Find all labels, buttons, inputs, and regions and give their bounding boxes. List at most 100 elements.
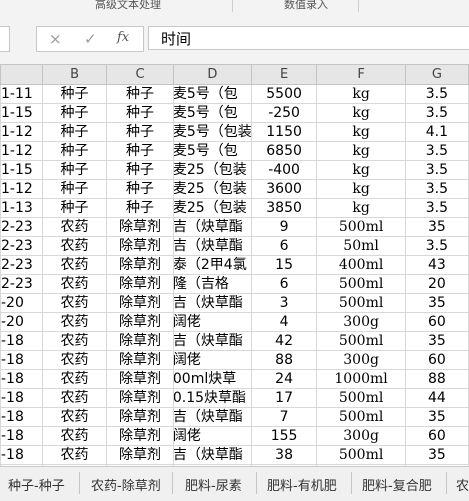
unit-cell[interactable]: 500ml bbox=[316, 331, 406, 351]
subcategory-cell[interactable]: 种子 bbox=[106, 179, 174, 199]
sheet-table[interactable]: B C D E F G 1-11 种子 种子 麦5号（包 5500 kg 3.5 1-15 种子… bbox=[0, 64, 469, 466]
date-cell[interactable]: 1-15 bbox=[0, 103, 43, 123]
date-cell[interactable]: 2-23 bbox=[0, 236, 43, 256]
unit-cell[interactable]: kg bbox=[316, 198, 406, 218]
date-cell[interactable]: -20 bbox=[0, 312, 43, 332]
cancel-icon[interactable]: × bbox=[49, 30, 62, 48]
category-cell[interactable]: 农药 bbox=[41, 217, 108, 237]
date-cell[interactable]: -20 bbox=[0, 293, 43, 313]
price-cell[interactable]: 35 bbox=[404, 217, 469, 237]
category-cell[interactable]: 农药 bbox=[41, 255, 108, 275]
date-cell[interactable]: 1-12 bbox=[0, 179, 43, 199]
category-cell[interactable]: 农药 bbox=[41, 331, 108, 351]
product-cell[interactable]: 麦25（包装 bbox=[172, 179, 252, 199]
column-header-d[interactable]: D bbox=[172, 64, 252, 85]
sheet-tab-urea[interactable]: 肥料-尿素 bbox=[185, 475, 242, 494]
date-cell[interactable]: 1-12 bbox=[0, 122, 43, 142]
product-cell[interactable]: 0.15炔草酯 bbox=[172, 388, 252, 408]
subcategory-cell[interactable]: 除草剂 bbox=[106, 407, 174, 427]
product-cell[interactable]: 00ml炔草 bbox=[172, 369, 252, 389]
spreadsheet-grid[interactable]: B C D E F G 1-11 种子 种子 麦5号（包 5500 kg 3.5 1-15 种子… bbox=[0, 64, 469, 466]
subcategory-cell[interactable]: 除草剂 bbox=[106, 331, 174, 351]
column-header-f[interactable]: F bbox=[316, 64, 406, 85]
price-cell[interactable]: 60 bbox=[404, 312, 469, 332]
subcategory-cell[interactable]: 除草剂 bbox=[106, 293, 174, 313]
category-cell[interactable]: 种子 bbox=[41, 103, 108, 123]
column-header-c[interactable]: C bbox=[106, 64, 174, 85]
product-cell[interactable]: 吉（炔草酯 bbox=[172, 407, 252, 427]
subcategory-cell[interactable]: 除草剂 bbox=[106, 274, 174, 294]
product-cell[interactable]: 麦5号（包装 bbox=[172, 122, 252, 142]
sheet-tab-seed[interactable]: 种子-种子 bbox=[8, 475, 65, 494]
unit-cell[interactable]: 50ml bbox=[316, 236, 406, 256]
product-cell[interactable]: 阔佬 bbox=[172, 426, 252, 446]
price-cell[interactable]: 35 bbox=[404, 407, 469, 427]
product-cell[interactable]: 隆（吉格 bbox=[172, 274, 252, 294]
category-cell[interactable]: 农药 bbox=[41, 369, 108, 389]
column-header-g[interactable]: G bbox=[404, 64, 469, 85]
subcategory-cell[interactable]: 种子 bbox=[106, 141, 174, 161]
quantity-cell[interactable]: 155 bbox=[250, 426, 318, 446]
quantity-cell[interactable]: 88 bbox=[250, 350, 318, 370]
sheet-tab-organic-fertilizer[interactable]: 肥料-有机肥 bbox=[267, 475, 337, 494]
price-cell[interactable]: 3.5 bbox=[404, 179, 469, 199]
quantity-cell[interactable]: 4 bbox=[250, 312, 318, 332]
subcategory-cell[interactable]: 除草剂 bbox=[106, 369, 174, 389]
product-cell[interactable]: 麦5号（包 bbox=[172, 84, 252, 104]
category-cell[interactable]: 种子 bbox=[41, 84, 108, 104]
price-cell[interactable]: 3.5 bbox=[404, 160, 469, 180]
product-cell[interactable]: 泰（2甲4氯 bbox=[172, 255, 252, 275]
category-cell[interactable]: 农药 bbox=[41, 350, 108, 370]
category-cell[interactable]: 种子 bbox=[41, 141, 108, 161]
price-cell[interactable]: 35 bbox=[404, 293, 469, 313]
price-cell[interactable]: 88 bbox=[404, 369, 469, 389]
price-cell[interactable]: 3.5 bbox=[404, 84, 469, 104]
quantity-cell[interactable]: 15 bbox=[250, 255, 318, 275]
price-cell[interactable]: 4.1 bbox=[404, 122, 469, 142]
quantity-cell[interactable]: 3850 bbox=[250, 198, 318, 218]
price-cell[interactable]: 3.5 bbox=[404, 236, 469, 256]
product-cell[interactable]: 麦25（包装 bbox=[172, 160, 252, 180]
price-cell[interactable]: 20 bbox=[404, 274, 469, 294]
unit-cell[interactable]: 300g bbox=[316, 426, 406, 446]
quantity-cell[interactable]: 9 bbox=[250, 217, 318, 237]
unit-cell[interactable]: 500ml bbox=[316, 274, 406, 294]
sheet-tab-pesticide-more[interactable]: 农 bbox=[456, 475, 469, 494]
quantity-cell[interactable]: 3 bbox=[250, 293, 318, 313]
category-cell[interactable]: 农药 bbox=[41, 293, 108, 313]
sheet-tab-herbicide[interactable]: 农药-除草剂 bbox=[91, 475, 161, 494]
column-header-e[interactable]: E bbox=[250, 64, 318, 85]
date-cell[interactable]: 2-23 bbox=[0, 274, 43, 294]
unit-cell[interactable]: 400ml bbox=[316, 255, 406, 275]
category-cell[interactable]: 农药 bbox=[41, 445, 108, 465]
quantity-cell[interactable]: 5500 bbox=[250, 84, 318, 104]
subcategory-cell[interactable]: 除草剂 bbox=[106, 217, 174, 237]
price-cell[interactable]: 35 bbox=[404, 445, 469, 465]
subcategory-cell[interactable]: 除草剂 bbox=[106, 388, 174, 408]
category-cell[interactable]: 农药 bbox=[41, 312, 108, 332]
category-cell[interactable]: 种子 bbox=[41, 160, 108, 180]
quantity-cell[interactable]: -400 bbox=[250, 160, 318, 180]
category-cell[interactable]: 农药 bbox=[41, 388, 108, 408]
subcategory-cell[interactable]: 种子 bbox=[106, 103, 174, 123]
subcategory-cell[interactable]: 除草剂 bbox=[106, 255, 174, 275]
date-cell[interactable]: -18 bbox=[0, 350, 43, 370]
product-cell[interactable]: 吉（炔草酯 bbox=[172, 293, 252, 313]
column-header-a[interactable] bbox=[0, 64, 43, 85]
subcategory-cell[interactable]: 除草剂 bbox=[106, 312, 174, 332]
date-cell[interactable]: 1-15 bbox=[0, 160, 43, 180]
date-cell[interactable]: -18 bbox=[0, 426, 43, 446]
subcategory-cell[interactable]: 除草剂 bbox=[106, 445, 174, 465]
unit-cell[interactable]: kg bbox=[316, 179, 406, 199]
date-cell[interactable]: 1-11 bbox=[0, 84, 43, 104]
category-cell[interactable]: 农药 bbox=[41, 274, 108, 294]
quantity-cell[interactable]: 6 bbox=[250, 274, 318, 294]
subcategory-cell[interactable]: 除草剂 bbox=[106, 236, 174, 256]
subcategory-cell[interactable]: 除草剂 bbox=[106, 350, 174, 370]
name-box[interactable] bbox=[0, 26, 10, 52]
date-cell[interactable]: -18 bbox=[0, 407, 43, 427]
date-cell[interactable]: -18 bbox=[0, 369, 43, 389]
price-cell[interactable]: 60 bbox=[404, 426, 469, 446]
unit-cell[interactable]: kg bbox=[316, 103, 406, 123]
unit-cell[interactable]: 1000ml bbox=[316, 369, 406, 389]
